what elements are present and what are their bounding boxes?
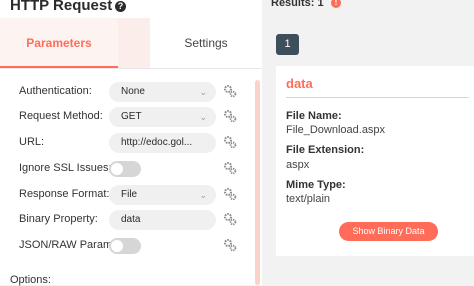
json-raw-label: JSON/RAW Param... bbox=[19, 239, 122, 251]
mime-type-value: text/plain bbox=[286, 193, 331, 205]
card-divider bbox=[286, 97, 469, 98]
warning-icon[interactable]: ! bbox=[331, 0, 341, 8]
param-url: URL: http://edoc.gol... bbox=[0, 133, 255, 155]
binary-data-card: data File Name: File_Download.aspx File … bbox=[276, 66, 474, 256]
toggle-knob bbox=[111, 240, 123, 252]
ignore-ssl-toggle[interactable] bbox=[109, 161, 141, 177]
authentication-value: None bbox=[121, 86, 145, 97]
help-icon[interactable]: ? bbox=[115, 1, 126, 12]
gear-icon[interactable] bbox=[223, 187, 237, 201]
file-extension-label: File Extension: bbox=[286, 144, 365, 156]
scrollbar[interactable] bbox=[255, 80, 260, 285]
url-label: URL: bbox=[19, 136, 45, 148]
toggle-knob bbox=[111, 163, 123, 175]
gear-icon[interactable] bbox=[223, 212, 237, 226]
param-response-format: Response Format: File ⌄ bbox=[0, 185, 255, 207]
file-extension-value: aspx bbox=[286, 159, 310, 171]
authentication-label: Authentication: bbox=[19, 85, 92, 97]
response-format-select[interactable]: File ⌄ bbox=[109, 185, 216, 205]
url-input[interactable]: http://edoc.gol... bbox=[109, 133, 216, 153]
request-method-select[interactable]: GET ⌄ bbox=[109, 107, 216, 127]
chevron-down-icon: ⌄ bbox=[199, 190, 207, 200]
binary-property-input[interactable]: data bbox=[109, 210, 216, 230]
chevron-down-icon: ⌄ bbox=[199, 87, 207, 97]
url-value: http://edoc.gol... bbox=[121, 137, 193, 148]
ignore-ssl-label: Ignore SSL Issues: bbox=[19, 162, 112, 174]
gear-icon[interactable] bbox=[223, 238, 237, 252]
request-method-label: Request Method: bbox=[19, 110, 103, 122]
gear-icon[interactable] bbox=[223, 161, 237, 175]
node-title: HTTP Request bbox=[10, 0, 113, 14]
card-title: data bbox=[286, 76, 313, 91]
gear-icon[interactable] bbox=[223, 84, 237, 98]
request-method-value: GET bbox=[121, 111, 142, 122]
param-ignore-ssl: Ignore SSL Issues: bbox=[0, 159, 255, 181]
gear-icon[interactable] bbox=[223, 135, 237, 149]
tab-parameters[interactable]: Parameters bbox=[0, 18, 118, 68]
response-format-value: File bbox=[121, 189, 138, 200]
mime-type-label: Mime Type: bbox=[286, 179, 346, 191]
options-label: Options: bbox=[10, 274, 51, 286]
divider bbox=[0, 68, 262, 69]
param-json-raw: JSON/RAW Param... bbox=[0, 236, 255, 258]
file-name-label: File Name: bbox=[286, 110, 342, 122]
results-label: Results: 1 bbox=[271, 0, 324, 9]
tab-bar: Parameters Settings bbox=[0, 18, 262, 68]
parameters-panel: HTTP Request ? Parameters Settings Authe… bbox=[0, 0, 262, 286]
chevron-down-icon: ⌄ bbox=[199, 112, 207, 122]
binary-property-value: data bbox=[121, 214, 141, 225]
param-request-method: Request Method: GET ⌄ bbox=[0, 107, 255, 129]
authentication-select[interactable]: None ⌄ bbox=[109, 82, 216, 102]
gear-icon[interactable] bbox=[223, 109, 237, 123]
binary-property-label: Binary Property: bbox=[19, 213, 98, 225]
page-button[interactable]: 1 bbox=[276, 34, 299, 55]
response-format-label: Response Format: bbox=[19, 188, 110, 200]
tab-settings[interactable]: Settings bbox=[150, 18, 262, 68]
json-raw-toggle[interactable] bbox=[109, 238, 141, 254]
param-authentication: Authentication: None ⌄ bbox=[0, 82, 255, 104]
file-name-value: File_Download.aspx bbox=[286, 124, 386, 136]
show-binary-data-button[interactable]: Show Binary Data bbox=[339, 222, 438, 241]
param-binary-property: Binary Property: data bbox=[0, 210, 255, 232]
